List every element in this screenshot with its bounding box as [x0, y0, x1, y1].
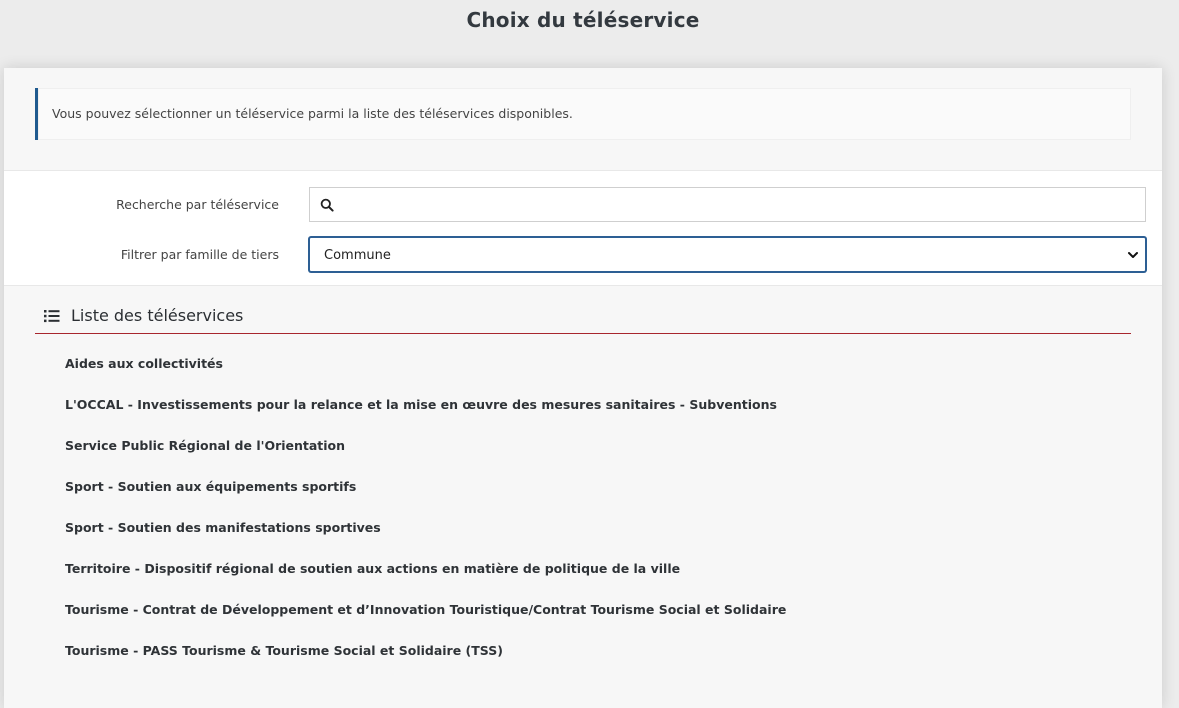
filter-panel: Recherche par téléservice Filtrer par fa…: [4, 170, 1162, 286]
filter-label: Filtrer par famille de tiers: [120, 247, 279, 262]
service-item-tourisme-contrat[interactable]: Tourisme - Contrat de Développement et d…: [65, 602, 786, 643]
service-item-aides-collectivites[interactable]: Aides aux collectivités: [65, 356, 786, 397]
service-item-orientation[interactable]: Service Public Régional de l'Orientation: [65, 438, 786, 479]
list-icon: [44, 310, 60, 323]
service-list: Aides aux collectivités L'OCCAL - Invest…: [65, 356, 786, 684]
chevron-down-icon: [1128, 252, 1138, 258]
select-value: Commune: [324, 248, 391, 263]
teleservice-card: Vous pouvez sélectionner un téléservice …: [4, 68, 1162, 708]
search-icon: [320, 198, 334, 212]
section-header: Liste des téléservices: [35, 304, 1131, 334]
search-label: Recherche par téléservice: [116, 197, 279, 212]
tiers-family-select[interactable]: Commune: [309, 237, 1146, 272]
search-input[interactable]: [344, 188, 1144, 221]
info-message: Vous pouvez sélectionner un téléservice …: [35, 88, 1131, 140]
section-title: Liste des téléservices: [71, 306, 244, 325]
page-title: Choix du téléservice: [466, 8, 700, 32]
service-item-territoire-politique-ville[interactable]: Territoire - Dispositif régional de sout…: [65, 561, 786, 602]
service-item-sport-manifestations[interactable]: Sport - Soutien des manifestations sport…: [65, 520, 786, 561]
search-field[interactable]: [309, 187, 1146, 222]
service-item-tourisme-pass[interactable]: Tourisme - PASS Tourisme & Tourisme Soci…: [65, 643, 786, 684]
service-item-occal[interactable]: L'OCCAL - Investissements pour la relanc…: [65, 397, 786, 438]
service-item-sport-equipements[interactable]: Sport - Soutien aux équipements sportifs: [65, 479, 786, 520]
